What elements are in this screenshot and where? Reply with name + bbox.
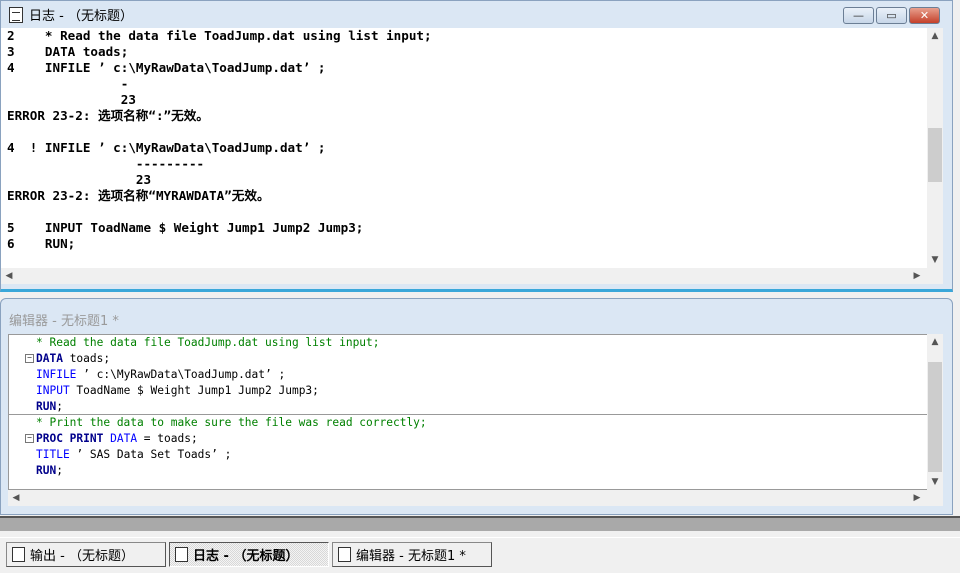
scroll-thumb[interactable] bbox=[928, 362, 942, 472]
code-token: DATA bbox=[36, 352, 63, 365]
log-line: 6 RUN; bbox=[7, 236, 76, 251]
code-line[interactable]: RUN; bbox=[9, 399, 927, 415]
close-button[interactable]: ✕ bbox=[909, 7, 940, 24]
editor-horizontal-scrollbar[interactable]: ◀ ▶ bbox=[8, 490, 943, 506]
code-line[interactable]: * Read the data file ToadJump.dat using … bbox=[9, 335, 927, 351]
scroll-right-icon[interactable]: ▶ bbox=[909, 268, 925, 284]
code-token: RUN bbox=[36, 400, 57, 413]
log-title: 日志 - （无标题） bbox=[29, 9, 133, 24]
code-token: ; bbox=[56, 464, 63, 477]
code-token: RUN bbox=[36, 464, 57, 477]
log-line: 3 DATA toads; bbox=[7, 44, 129, 59]
scroll-down-icon[interactable]: ▼ bbox=[927, 252, 943, 268]
code-token: PROC PRINT bbox=[36, 432, 104, 445]
scroll-thumb[interactable] bbox=[928, 128, 942, 182]
collapse-icon[interactable]: − bbox=[25, 354, 34, 363]
code-line[interactable]: − PROC PRINT DATA = toads; bbox=[9, 431, 927, 447]
editor-icon bbox=[338, 547, 351, 562]
log-error-line: ERROR 23-2: 选项名称“MYRAWDATA”无效。 bbox=[7, 188, 270, 203]
log-error-line: --------- bbox=[7, 156, 205, 171]
log-line: 4 ! INFILE ’ c:\MyRawData\ToadJump.dat’ … bbox=[7, 140, 326, 155]
code-token: INFILE bbox=[36, 368, 77, 381]
code-token: * Print the data to make sure the file w… bbox=[36, 416, 427, 429]
tab-label: 输出 - （无标题） bbox=[30, 549, 134, 564]
workspace-bar bbox=[0, 516, 960, 531]
log-error-line: 23 bbox=[7, 92, 136, 107]
window-bar: 输出 - （无标题） 日志 - （无标题） 编辑器 - 无标题1 * bbox=[0, 537, 960, 570]
log-line bbox=[1, 204, 927, 220]
editor-vertical-scrollbar[interactable]: ▲ ▼ bbox=[927, 334, 943, 490]
window-tab-log[interactable]: 日志 - （无标题） bbox=[169, 542, 329, 567]
log-error-line: 23 bbox=[7, 172, 152, 187]
code-line[interactable]: RUN; bbox=[9, 463, 927, 479]
notepad-icon bbox=[9, 6, 23, 23]
code-line[interactable]: INPUT ToadName $ Weight Jump1 Jump2 Jump… bbox=[9, 383, 927, 399]
code-token: TITLE bbox=[36, 448, 70, 461]
log-line: 5 INPUT ToadName $ Weight Jump1 Jump2 Ju… bbox=[7, 220, 364, 235]
minimize-button[interactable]: — bbox=[843, 7, 874, 24]
code-token: toads; bbox=[62, 352, 111, 365]
scroll-left-icon[interactable]: ◀ bbox=[1, 268, 17, 284]
log-error-line: ERROR 23-2: 选项名称“:”无效。 bbox=[7, 108, 209, 123]
maximize-button[interactable]: ▭ bbox=[876, 7, 907, 24]
scroll-up-icon[interactable]: ▲ bbox=[927, 334, 943, 350]
log-line bbox=[1, 124, 927, 140]
log-titlebar: 日志 - （无标题） bbox=[1, 1, 952, 28]
window-tab-output[interactable]: 输出 - （无标题） bbox=[6, 542, 166, 567]
code-token: ToadName $ Weight Jump1 Jump2 Jump3; bbox=[69, 384, 319, 397]
log-line: 4 INFILE ’ c:\MyRawData\ToadJump.dat’ ; bbox=[7, 60, 326, 75]
tab-label: 日志 - （无标题） bbox=[193, 549, 299, 564]
output-icon bbox=[12, 547, 25, 562]
scroll-left-icon[interactable]: ◀ bbox=[8, 490, 24, 506]
editor-window: 编辑器 - 无标题1 * * Read the data file ToadJu… bbox=[0, 298, 953, 515]
scroll-right-icon[interactable]: ▶ bbox=[909, 490, 925, 506]
code-line[interactable]: INFILE ’ c:\MyRawData\ToadJump.dat’ ; bbox=[9, 367, 927, 383]
code-token: * Read the data file ToadJump.dat using … bbox=[36, 336, 380, 349]
log-line: 2 * Read the data file ToadJump.dat usin… bbox=[7, 28, 432, 43]
editor-titlebar: 编辑器 - 无标题1 * bbox=[1, 299, 952, 334]
code-token: DATA bbox=[110, 432, 138, 445]
code-token: ’ SAS Data Set Toads’ ; bbox=[69, 448, 232, 461]
scroll-up-icon[interactable]: ▲ bbox=[927, 28, 943, 44]
code-token: ’ c:\MyRawData\ToadJump.dat’ ; bbox=[76, 368, 286, 381]
editor-content[interactable]: * Read the data file ToadJump.dat using … bbox=[8, 334, 927, 490]
collapse-icon[interactable]: − bbox=[25, 434, 34, 443]
code-line[interactable]: * Print the data to make sure the file w… bbox=[9, 415, 927, 431]
editor-title: 编辑器 - 无标题1 * bbox=[9, 314, 119, 329]
log-error-line: - bbox=[7, 76, 129, 91]
tab-label: 编辑器 - 无标题1 * bbox=[356, 549, 466, 564]
code-token: INPUT bbox=[36, 384, 70, 397]
code-line[interactable]: TITLE ’ SAS Data Set Toads’ ; bbox=[9, 447, 927, 463]
log-vertical-scrollbar[interactable]: ▲ ▼ bbox=[927, 28, 943, 268]
code-token: ; bbox=[56, 400, 63, 413]
code-token: = toads; bbox=[137, 432, 198, 445]
log-content: 2 * Read the data file ToadJump.dat usin… bbox=[1, 28, 927, 268]
log-window: 日志 - （无标题） — ▭ ✕ 2 * Read the data file … bbox=[0, 0, 953, 292]
window-tab-editor[interactable]: 编辑器 - 无标题1 * bbox=[332, 542, 492, 567]
scroll-down-icon[interactable]: ▼ bbox=[927, 474, 943, 490]
log-horizontal-scrollbar[interactable]: ◀ ▶ bbox=[1, 268, 943, 284]
code-line[interactable]: − DATA toads; bbox=[9, 351, 927, 367]
notepad-icon bbox=[175, 547, 188, 562]
